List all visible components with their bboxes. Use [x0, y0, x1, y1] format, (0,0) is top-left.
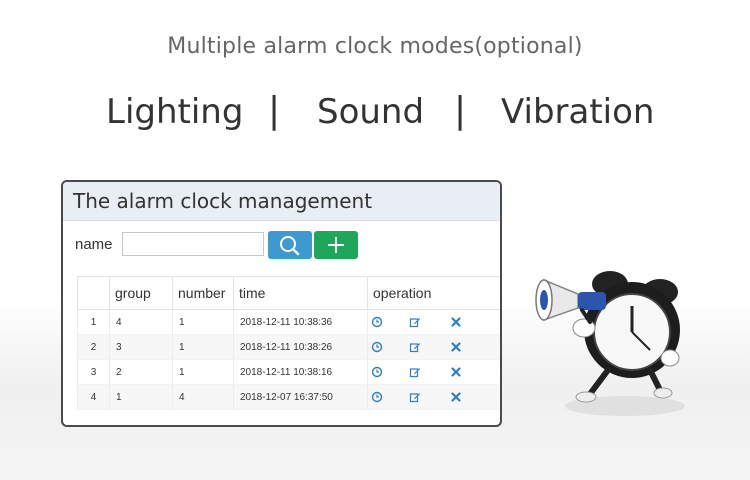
column-header-operation: operation: [367, 276, 500, 310]
cell-time: 2018-12-07 16:37:50: [233, 384, 368, 410]
cell-operation: [367, 334, 500, 360]
cell-group: 4: [109, 309, 173, 335]
table-header-row: group number time operation: [77, 276, 500, 310]
delete-alarm-button[interactable]: [450, 391, 462, 403]
cell-operation: [367, 359, 500, 385]
mode-vibration: Vibration: [501, 92, 655, 132]
table-row: 3 2 1 2018-12-11 10:38:16: [77, 359, 500, 385]
panel-title: The alarm clock management: [63, 182, 500, 221]
plus-icon: [328, 237, 344, 253]
edit-alarm-button[interactable]: [409, 366, 421, 378]
cell-time: 2018-12-11 10:38:36: [233, 309, 368, 335]
cell-time: 2018-12-11 10:38:26: [233, 334, 368, 360]
set-alarm-button[interactable]: [371, 316, 383, 328]
cell-group: 3: [109, 334, 173, 360]
cell-group: 1: [109, 384, 173, 410]
clock-icon: [371, 366, 383, 381]
mode-separator: |: [268, 90, 281, 131]
edit-alarm-button[interactable]: [409, 341, 421, 353]
table-row: 2 3 1 2018-12-11 10:38:26: [77, 334, 500, 360]
mode-lighting: Lighting: [106, 92, 244, 132]
delete-icon: [450, 367, 462, 381]
cell-number: 1: [172, 334, 234, 360]
cell-number: 4: [172, 384, 234, 410]
cell-index: 2: [77, 334, 110, 360]
column-header-group[interactable]: group: [109, 276, 173, 310]
alarm-management-panel: The alarm clock management name group nu…: [61, 180, 502, 427]
column-header-index: [77, 276, 110, 310]
clock-icon: [371, 391, 383, 406]
delete-icon: [450, 317, 462, 331]
mode-sound: Sound: [317, 92, 425, 132]
edit-alarm-button[interactable]: [409, 391, 421, 403]
cell-group: 2: [109, 359, 173, 385]
cell-operation: [367, 309, 500, 335]
cell-index: 1: [77, 309, 110, 335]
edit-icon: [409, 393, 421, 406]
cell-index: 3: [77, 359, 110, 385]
delete-alarm-button[interactable]: [450, 341, 462, 353]
delete-icon: [450, 342, 462, 356]
edit-icon: [409, 343, 421, 356]
add-alarm-button[interactable]: [314, 231, 358, 259]
mode-separator: |: [454, 90, 467, 131]
name-input[interactable]: [122, 232, 264, 256]
cell-time: 2018-12-11 10:38:16: [233, 359, 368, 385]
name-label: name: [75, 236, 113, 253]
search-icon: [280, 236, 300, 256]
set-alarm-button[interactable]: [371, 366, 383, 378]
alarm-modes: Lighting | Sound | Vibration: [0, 90, 750, 142]
table-row: 1 4 1 2018-12-11 10:38:36: [77, 309, 500, 335]
set-alarm-button[interactable]: [371, 341, 383, 353]
clock-icon: [371, 341, 383, 356]
delete-alarm-button[interactable]: [450, 366, 462, 378]
cell-number: 1: [172, 309, 234, 335]
edit-icon: [409, 368, 421, 381]
edit-icon: [409, 318, 421, 331]
alarm-clock-mascot: [535, 271, 685, 416]
column-header-time[interactable]: time: [233, 276, 368, 310]
subtitle: Multiple alarm clock modes(optional): [167, 34, 583, 59]
column-header-number[interactable]: number: [172, 276, 234, 310]
delete-icon: [450, 392, 462, 406]
cell-number: 1: [172, 359, 234, 385]
edit-alarm-button[interactable]: [409, 316, 421, 328]
table-row: 4 1 4 2018-12-07 16:37:50: [77, 384, 500, 410]
set-alarm-button[interactable]: [371, 391, 383, 403]
search-button[interactable]: [268, 231, 312, 259]
delete-alarm-button[interactable]: [450, 316, 462, 328]
cell-index: 4: [77, 384, 110, 410]
clock-icon: [371, 316, 383, 331]
cell-operation: [367, 384, 500, 410]
alarm-table: group number time operation 1 4 1 2018-12-1…: [77, 276, 500, 410]
